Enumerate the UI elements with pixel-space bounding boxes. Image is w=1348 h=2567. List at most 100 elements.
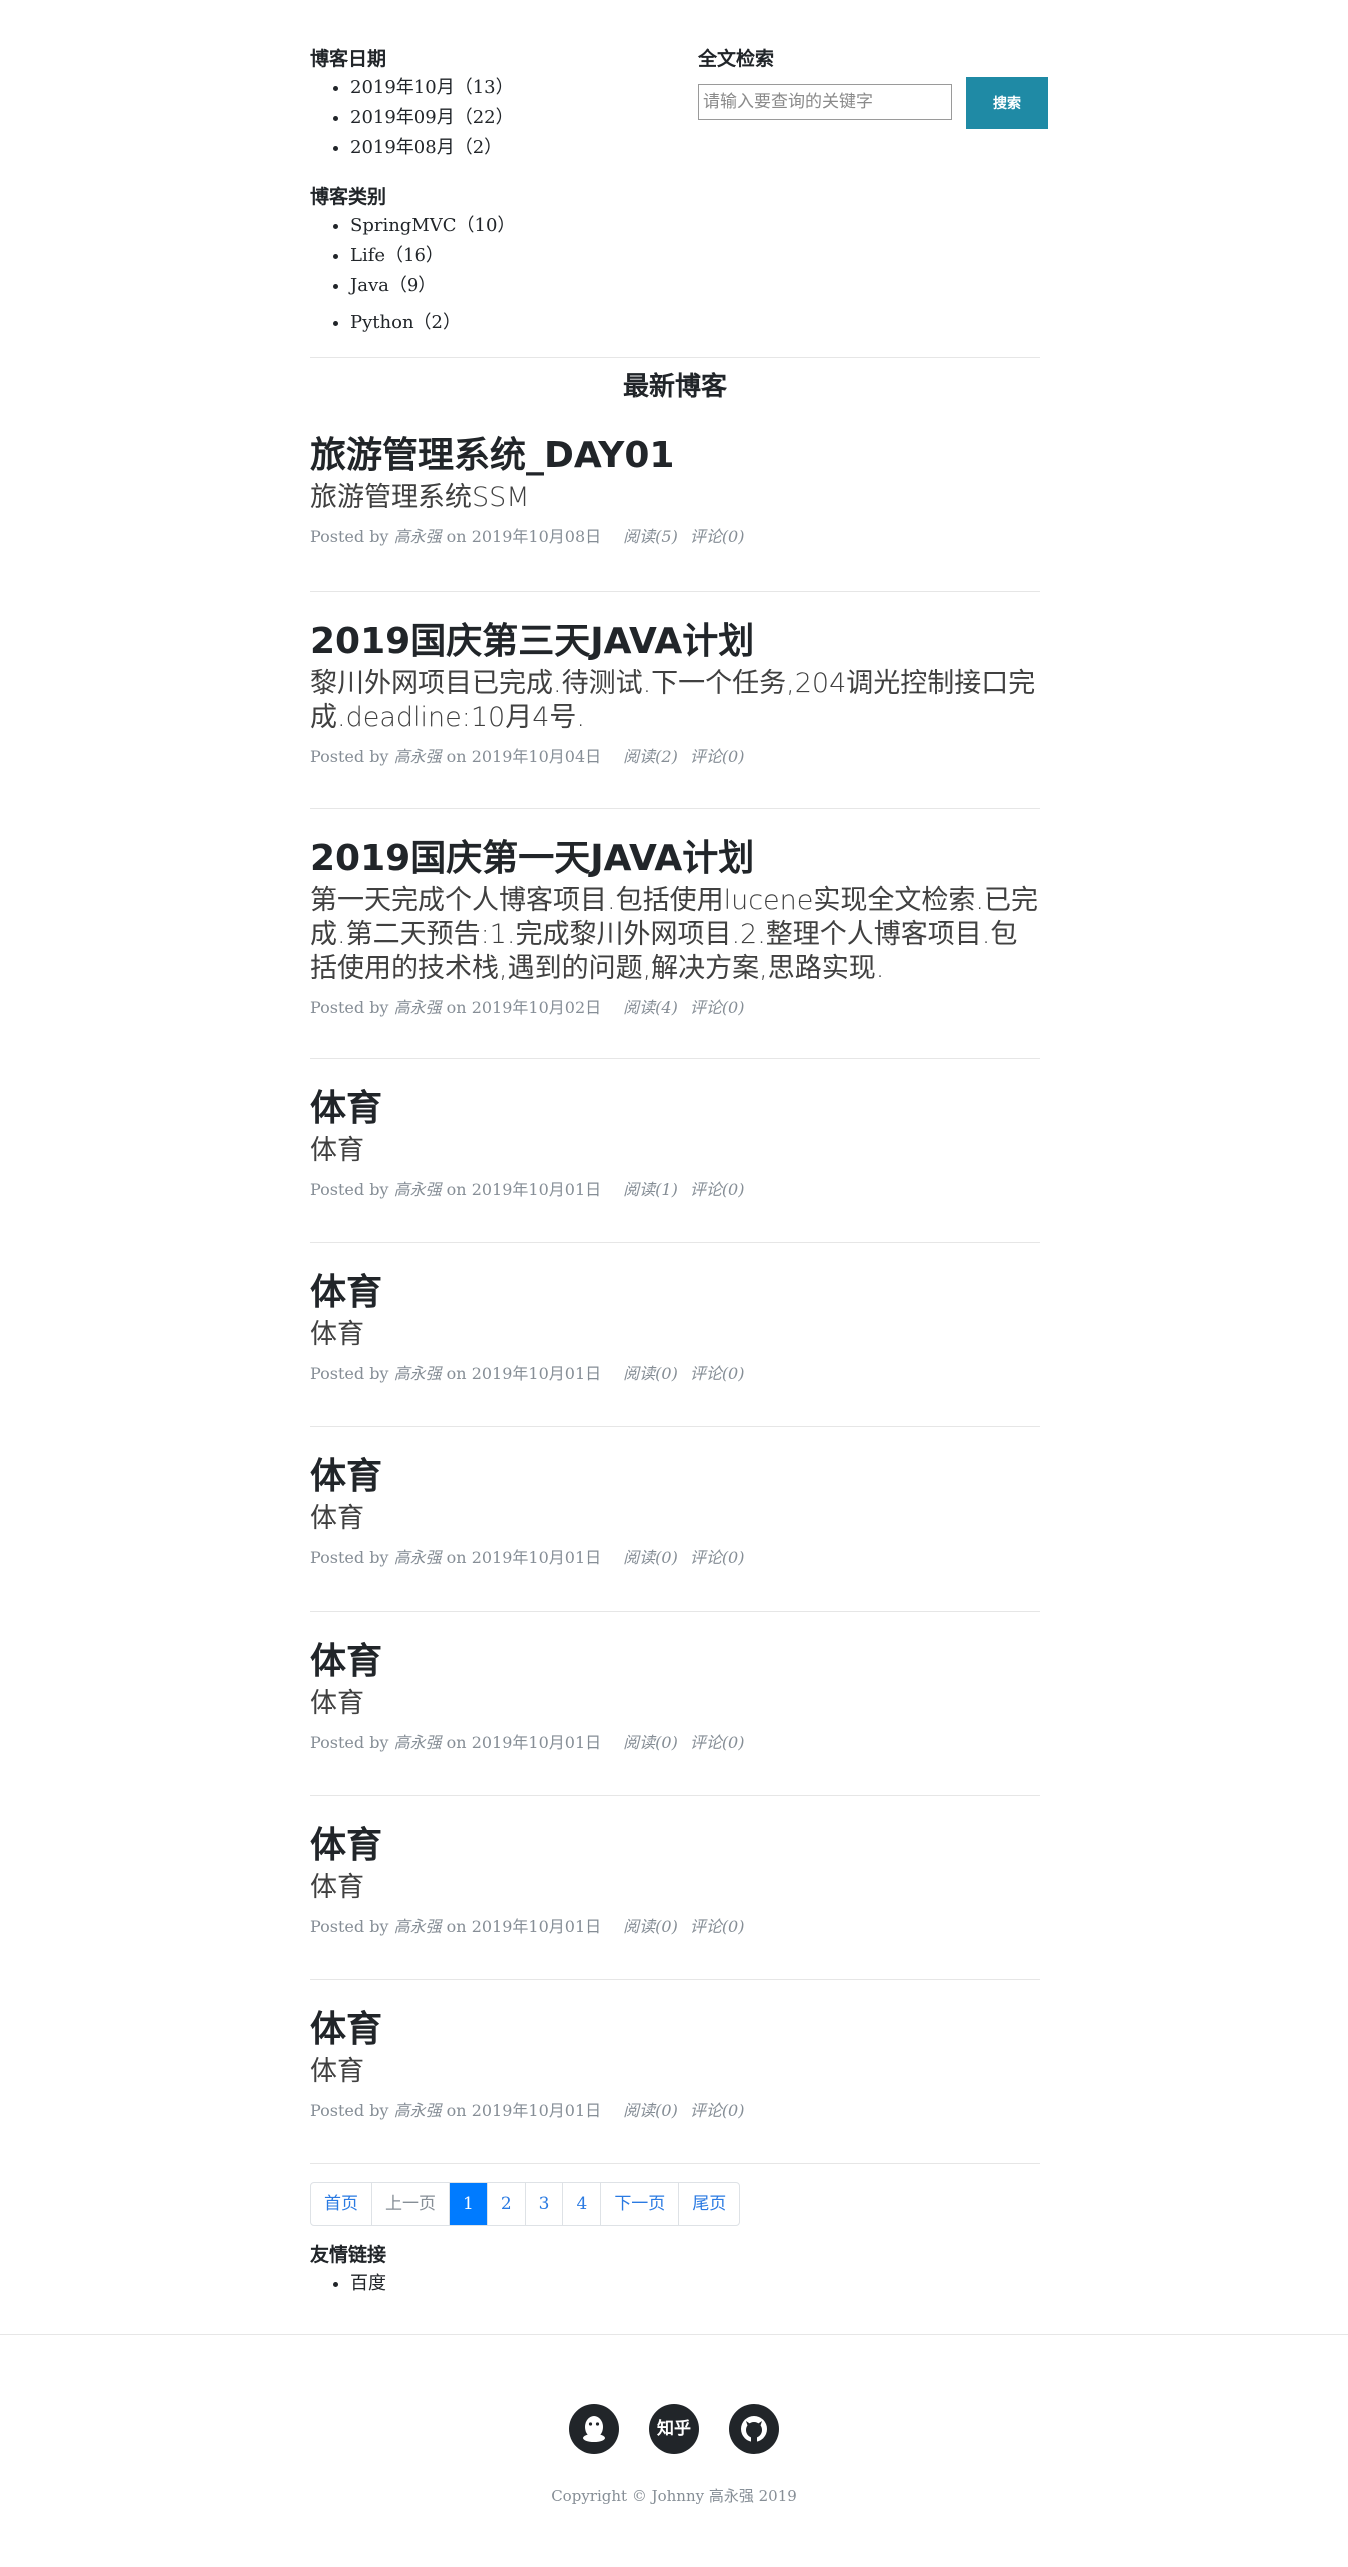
date-item[interactable]: 2019年10月（13） <box>350 73 514 103</box>
post-author: 高永强 <box>393 2101 442 2120</box>
qq-icon[interactable] <box>569 2404 619 2454</box>
post-preview[interactable]: 体育 体育 Posted by 高永强 on 2019年10月01日 阅读(0) 评… <box>310 2007 1040 2121</box>
posted-by-label: Posted by <box>310 747 389 766</box>
divider <box>310 1979 1040 1980</box>
search-input[interactable] <box>698 84 952 120</box>
blog-dates-heading: 博客日期 <box>310 48 387 70</box>
category-link[interactable]: Java（9） <box>350 275 436 296</box>
copyright-text: Copyright © Johnny 高永强 2019 <box>551 2487 797 2505</box>
divider <box>310 357 1040 358</box>
divider <box>310 808 1040 809</box>
post-subtitle[interactable]: 旅游管理系统SSM <box>310 481 1040 515</box>
post-comment-count: 评论(0) <box>689 747 745 766</box>
category-item[interactable]: Life（16） <box>350 241 515 271</box>
divider <box>310 1242 1040 1243</box>
post-preview[interactable]: 体育 体育 Posted by 高永强 on 2019年10月01日 阅读(0) 评… <box>310 1639 1040 1753</box>
post-subtitle[interactable]: 体育 <box>310 1134 1040 1168</box>
github-icon[interactable] <box>729 2404 779 2454</box>
post-comment-count: 评论(0) <box>689 527 745 546</box>
post-title[interactable]: 体育 <box>310 1639 1040 1685</box>
post-date: on 2019年10月01日 <box>446 1733 602 1752</box>
date-item[interactable]: 2019年08月（2） <box>350 133 514 163</box>
search-button[interactable]: 搜索 <box>966 77 1048 129</box>
date-item[interactable]: 2019年09月（22） <box>350 103 514 133</box>
post-preview[interactable]: 2019国庆第三天JAVA计划 黎川外网项目已完成.待测试.下一个任务,204调… <box>310 619 1040 767</box>
post-subtitle[interactable]: 体育 <box>310 1318 1040 1352</box>
post-date: on 2019年10月01日 <box>446 1548 602 1567</box>
blog-categories-widget: 博客类别 SpringMVC（10） Life（16） Java（9） Pyth… <box>310 182 515 338</box>
post-subtitle[interactable]: 黎川外网项目已完成.待测试.下一个任务,204调光控制接口完成.deadline… <box>310 667 1040 735</box>
page-number[interactable]: 4 <box>563 2183 602 2225</box>
page-first[interactable]: 首页 <box>311 2183 372 2225</box>
post-title[interactable]: 体育 <box>310 1270 1040 1316</box>
page-number[interactable]: 3 <box>526 2183 564 2225</box>
post-preview[interactable]: 体育 体育 Posted by 高永强 on 2019年10月01日 阅读(0) 评… <box>310 1270 1040 1384</box>
post-read-count: 阅读(0) <box>623 1548 678 1567</box>
post-meta: Posted by 高永强 on 2019年10月01日 阅读(0) 评论(0) <box>310 1729 1040 1753</box>
page-number[interactable]: 2 <box>488 2183 526 2225</box>
post-title[interactable]: 2019国庆第三天JAVA计划 <box>310 619 1040 665</box>
page-next[interactable]: 下一页 <box>601 2183 680 2225</box>
post-title[interactable]: 体育 <box>310 2007 1040 2053</box>
post-subtitle[interactable]: 第一天完成个人博客项目.包括使用lucene实现全文检索.已完成.第二天预告:1… <box>310 884 1040 986</box>
pagination: 首页 上一页 1 2 3 4 下一页 尾页 <box>310 2182 741 2226</box>
divider <box>310 1058 1040 1059</box>
date-link[interactable]: 2019年10月（13） <box>350 77 514 98</box>
post-subtitle[interactable]: 体育 <box>310 1687 1040 1721</box>
post-author: 高永强 <box>393 1548 442 1567</box>
blog-categories-list: SpringMVC（10） Life（16） Java（9） Python（2） <box>310 211 515 338</box>
posted-by-label: Posted by <box>310 998 389 1017</box>
post-author: 高永强 <box>393 1180 442 1199</box>
post-date: on 2019年10月01日 <box>446 1364 602 1383</box>
post-title[interactable]: 2019国庆第一天JAVA计划 <box>310 836 1040 882</box>
category-link[interactable]: Life（16） <box>350 245 444 266</box>
divider <box>310 2163 1040 2164</box>
post-subtitle[interactable]: 体育 <box>310 1871 1040 1905</box>
friend-links-list: 百度 <box>310 2269 386 2299</box>
page-prev[interactable]: 上一页 <box>372 2183 450 2225</box>
post-author: 高永强 <box>393 527 442 546</box>
post-comment-count: 评论(0) <box>689 1917 745 1936</box>
category-item[interactable]: Java（9） <box>350 271 515 301</box>
post-preview[interactable]: 体育 体育 Posted by 高永强 on 2019年10月01日 阅读(1) 评… <box>310 1086 1040 1200</box>
category-link[interactable]: SpringMVC（10） <box>350 215 515 236</box>
date-link[interactable]: 2019年08月（2） <box>350 137 502 158</box>
search-heading: 全文检索 <box>698 48 775 70</box>
post-preview[interactable]: 体育 体育 Posted by 高永强 on 2019年10月01日 阅读(0) 评… <box>310 1823 1040 1937</box>
post-preview[interactable]: 体育 体育 Posted by 高永强 on 2019年10月01日 阅读(0) 评… <box>310 1454 1040 1568</box>
page-number-current[interactable]: 1 <box>450 2183 488 2225</box>
page-last[interactable]: 尾页 <box>679 2183 739 2225</box>
category-item[interactable]: SpringMVC（10） <box>350 211 515 241</box>
zhihu-icon[interactable]: 知乎 <box>649 2404 699 2454</box>
posted-by-label: Posted by <box>310 1548 389 1567</box>
post-title[interactable]: 体育 <box>310 1086 1040 1132</box>
github-icon-graphic <box>741 2416 767 2443</box>
post-meta: Posted by 高永强 on 2019年10月02日 阅读(4) 评论(0) <box>310 994 1040 1018</box>
qq-icon-graphic <box>583 2416 605 2442</box>
date-link[interactable]: 2019年09月（22） <box>350 107 514 128</box>
category-link[interactable]: Python（2） <box>350 312 461 333</box>
friend-links-widget: 友情链接 百度 <box>310 2240 386 2299</box>
post-date: on 2019年10月01日 <box>446 1917 602 1936</box>
section-title: 最新博客 <box>622 372 727 402</box>
post-title[interactable]: 体育 <box>310 1823 1040 1869</box>
post-author: 高永强 <box>393 747 442 766</box>
post-meta: Posted by 高永强 on 2019年10月01日 阅读(0) 评论(0) <box>310 1544 1040 1568</box>
post-comment-count: 评论(0) <box>689 1733 745 1752</box>
post-subtitle[interactable]: 体育 <box>310 2055 1040 2089</box>
post-meta: Posted by 高永强 on 2019年10月08日 阅读(5) 评论(0) <box>310 523 1040 547</box>
post-meta: Posted by 高永强 on 2019年10月01日 阅读(1) 评论(0) <box>310 1176 1040 1200</box>
post-subtitle[interactable]: 体育 <box>310 1502 1040 1536</box>
friend-link-item[interactable]: 百度 <box>350 2269 386 2299</box>
friend-link[interactable]: 百度 <box>350 2273 386 2294</box>
post-comment-count: 评论(0) <box>689 1548 745 1567</box>
footer-divider <box>0 2334 1348 2335</box>
post-title[interactable]: 体育 <box>310 1454 1040 1500</box>
post-preview[interactable]: 旅游管理系统_DAY01 旅游管理系统SSM Posted by 高永强 on … <box>310 433 1040 547</box>
post-read-count: 阅读(5) <box>623 527 678 546</box>
category-item[interactable]: Python（2） <box>350 308 515 338</box>
post-preview[interactable]: 2019国庆第一天JAVA计划 第一天完成个人博客项目.包括使用lucene实现… <box>310 836 1040 1018</box>
post-title[interactable]: 旅游管理系统_DAY01 <box>310 433 1040 479</box>
post-date: on 2019年10月01日 <box>446 1180 602 1199</box>
post-read-count: 阅读(4) <box>623 998 678 1017</box>
